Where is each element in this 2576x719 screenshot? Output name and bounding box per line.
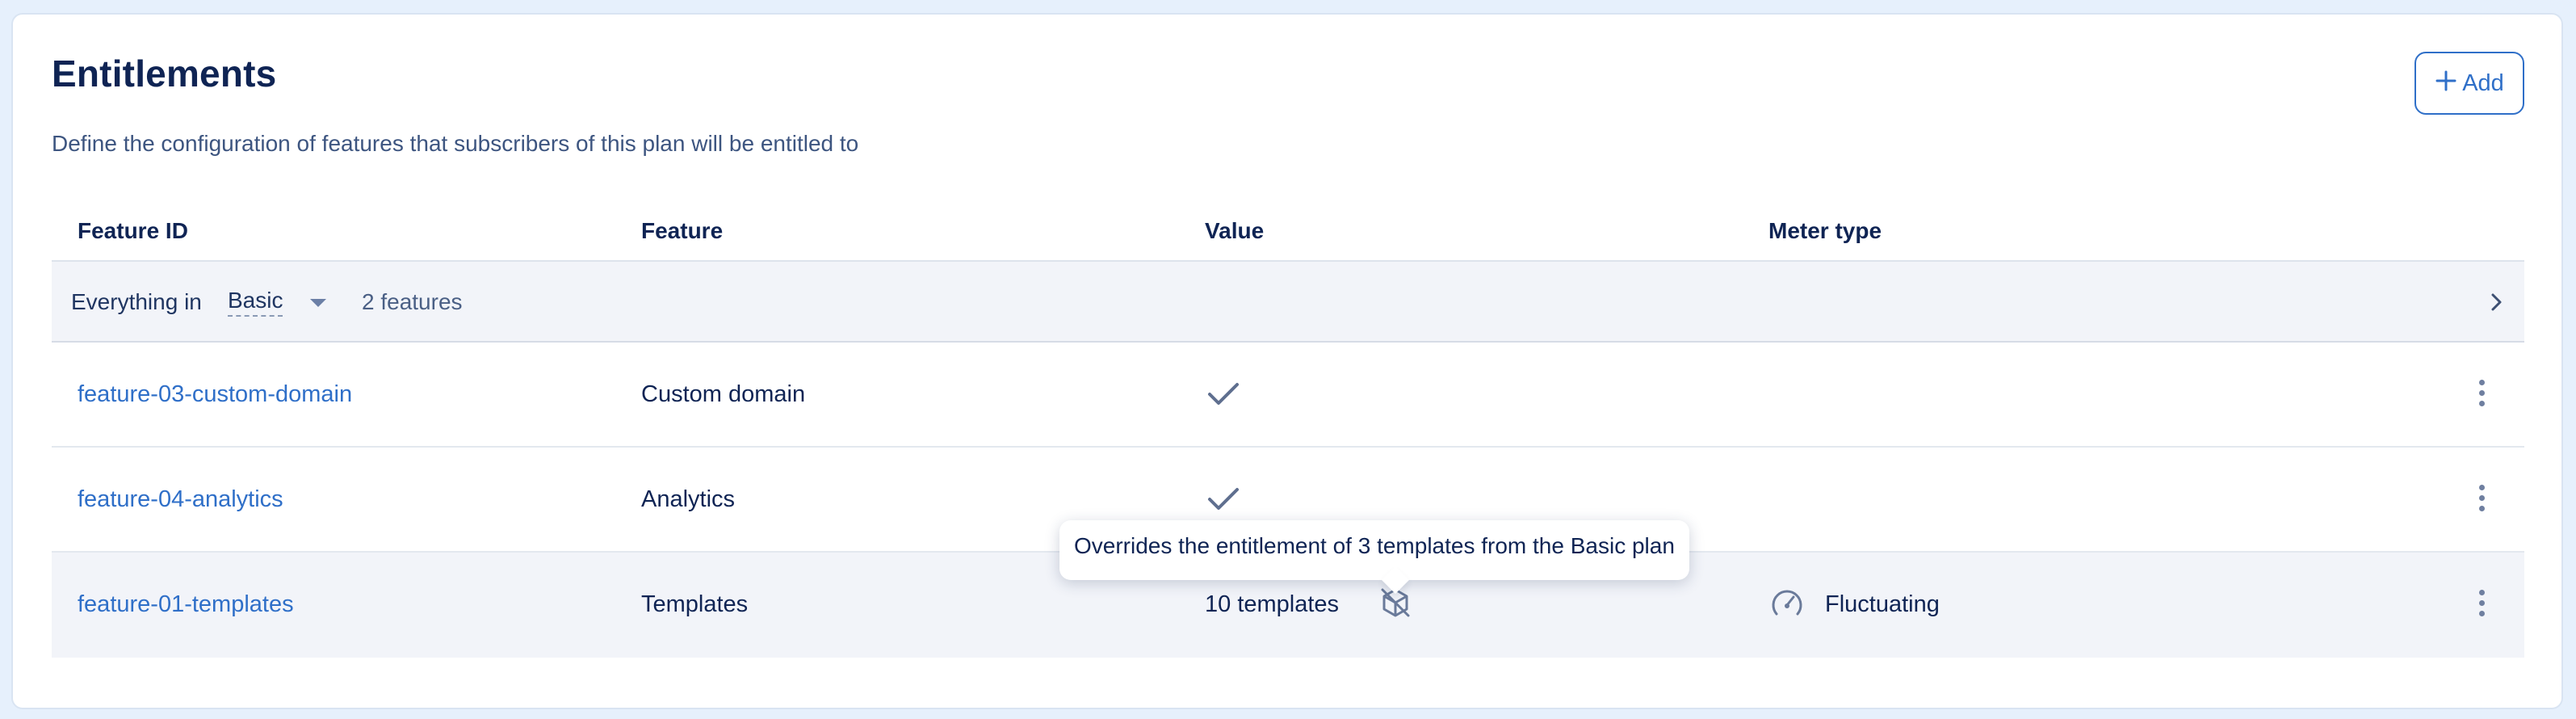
chevron-right-icon[interactable] <box>2487 289 2507 319</box>
section-title: Entitlements <box>52 53 277 95</box>
override-tooltip: Overrides the entitlement of 3 templates… <box>1059 520 1689 594</box>
plan-select[interactable]: Basic <box>228 288 283 317</box>
group-prefix: Everything in <box>71 289 202 314</box>
feature-value: 10 templates <box>1205 591 1340 617</box>
table-row: feature-03-custom-domain Custom domain <box>52 343 2524 448</box>
check-icon <box>1206 380 1242 415</box>
plus-icon <box>2435 65 2457 98</box>
column-header-value: Value <box>1205 218 1265 243</box>
column-header-meter-type: Meter type <box>1768 218 1882 243</box>
row-actions-menu[interactable] <box>2477 380 2486 411</box>
row-actions-menu[interactable] <box>2477 485 2486 516</box>
column-header-feature-id: Feature ID <box>78 218 188 243</box>
meter-type: Fluctuating <box>1825 591 1940 617</box>
column-header-feature: Feature <box>641 218 724 243</box>
tooltip-text: Overrides the entitlement of 3 templates… <box>1074 533 1675 558</box>
feature-id-link[interactable]: feature-04-analytics <box>78 486 283 513</box>
section-subtitle: Define the configuration of features tha… <box>52 131 859 156</box>
chevron-down-icon[interactable] <box>310 299 326 307</box>
add-button-label: Add <box>2462 69 2504 96</box>
row-actions-menu[interactable] <box>2477 590 2486 621</box>
check-icon <box>1206 485 1242 520</box>
entitlements-table: Everything in Basic 2 features feature-0… <box>52 260 2524 672</box>
gauge-icon <box>1768 585 1806 629</box>
feature-name: Analytics <box>641 486 736 512</box>
inherited-group-row[interactable]: Everything in Basic 2 features <box>52 260 2524 343</box>
feature-id-link[interactable]: feature-01-templates <box>78 591 294 618</box>
feature-name: Custom domain <box>641 381 806 407</box>
table-header: Feature ID Feature Value Meter type <box>52 200 2523 262</box>
entitlements-card: Entitlements Define the configuration of… <box>11 13 2563 709</box>
add-button[interactable]: Add <box>2414 52 2524 115</box>
feature-id-link[interactable]: feature-03-custom-domain <box>78 381 352 408</box>
group-feature-count: 2 features <box>362 289 463 314</box>
feature-name: Templates <box>641 591 749 617</box>
